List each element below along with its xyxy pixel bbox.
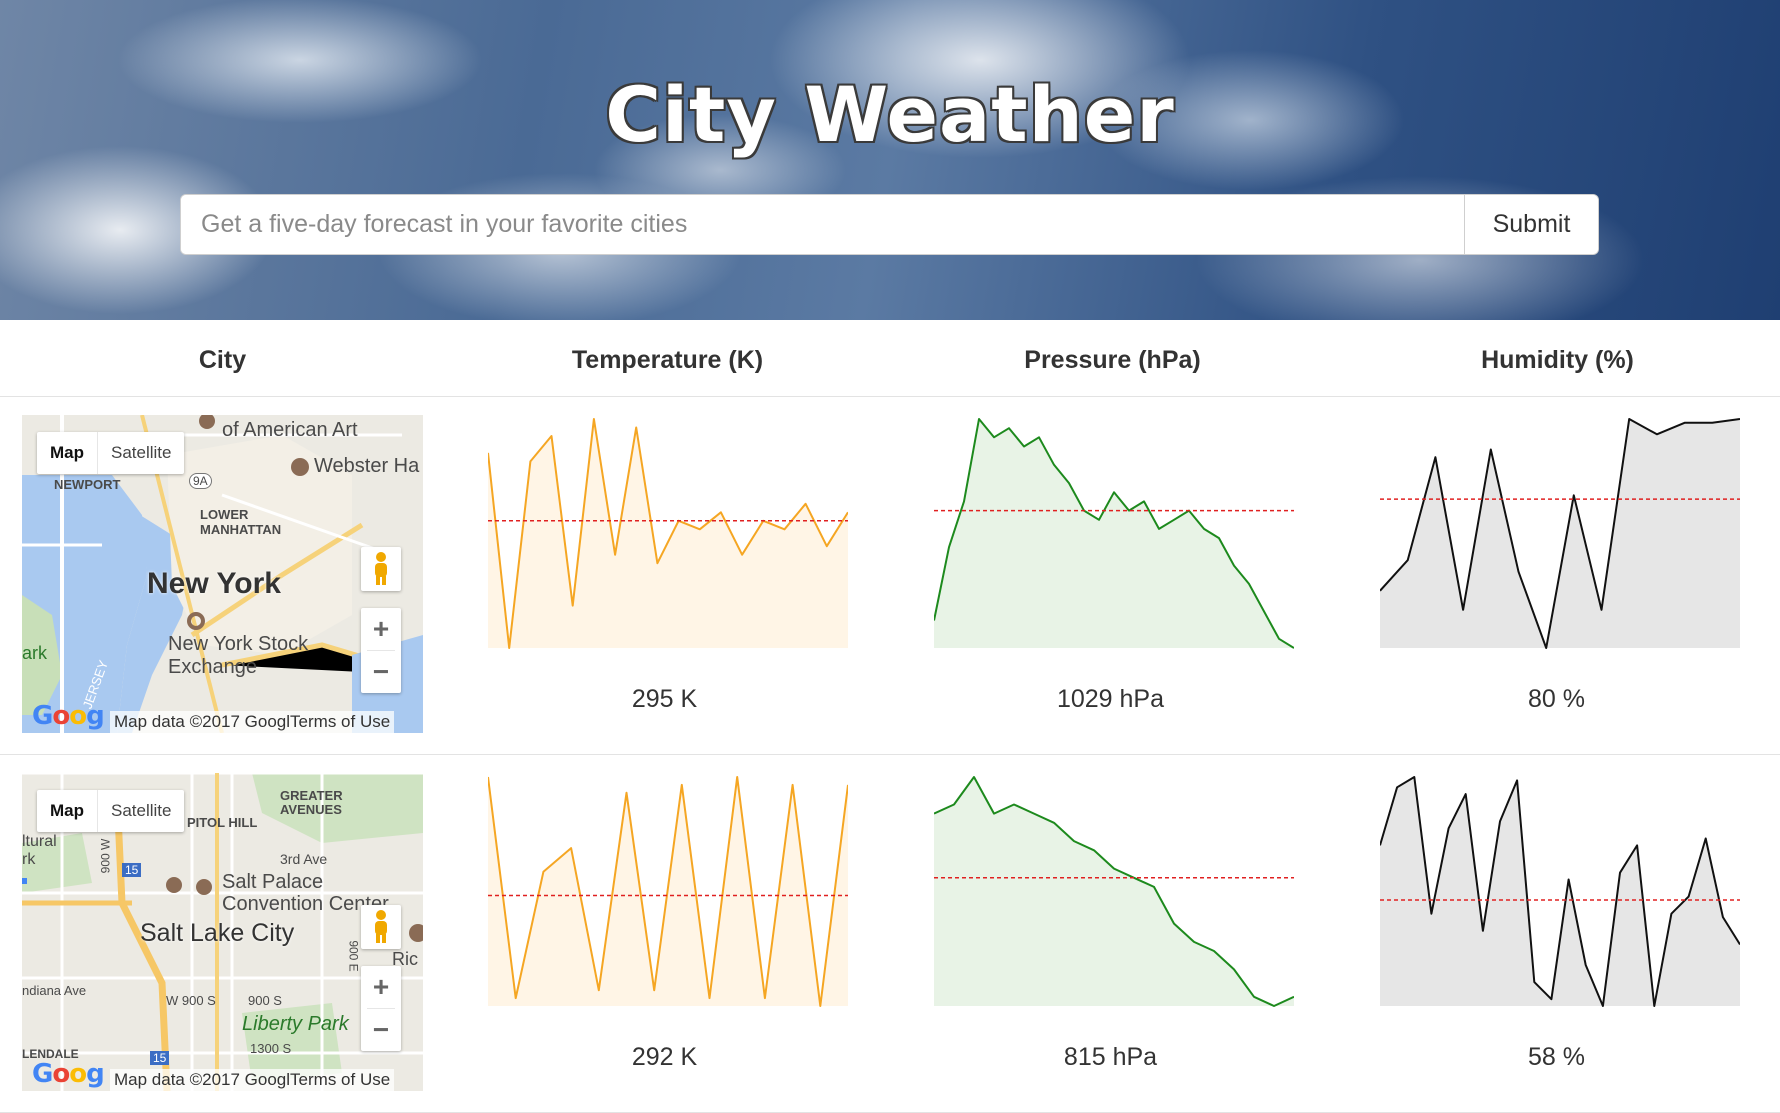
- temperature-chart: [488, 773, 848, 1008]
- interstate-badge: 15: [122, 863, 142, 877]
- map-label: ndiana Ave: [22, 983, 87, 998]
- map-type-control: Map Satellite: [37, 790, 185, 832]
- map-label: 900 W: [98, 838, 113, 874]
- page-title: City Weather: [605, 70, 1175, 159]
- forecast-table: City Temperature (K) Pressure (hPa) Humi…: [0, 320, 1780, 1113]
- temperature-chart: [488, 415, 848, 650]
- map-label: Liberty Park: [242, 1013, 349, 1035]
- map-data-credit: Map data ©2017 Googl: [114, 1070, 291, 1089]
- map-label: ltural: [22, 833, 57, 850]
- map-label: NEWPORT: [54, 477, 121, 492]
- city-map-new-york[interactable]: of American Art Webster Ha NEWPORT 9A LO…: [22, 415, 423, 733]
- hero-banner: City Weather Submit: [0, 0, 1780, 320]
- map-attribution: Map data ©2017 GooglTerms of Use: [110, 711, 395, 733]
- map-type-satellite-button[interactable]: Satellite: [97, 432, 184, 474]
- map-label: 3rd Ave: [280, 851, 328, 867]
- map-label: rk: [22, 851, 36, 868]
- humidity-value: 58 %: [1528, 1043, 1585, 1071]
- pressure-area: [934, 777, 1294, 1006]
- map-type-map-button[interactable]: Map: [37, 432, 97, 474]
- humidity-sparkline: [1380, 776, 1740, 1007]
- humidity-area: [1380, 777, 1740, 1006]
- table-header: City Temperature (K) Pressure (hPa) Humi…: [0, 320, 1780, 397]
- map-label: LOWER MANHATTAN: [200, 507, 282, 537]
- search-input[interactable]: [181, 195, 1464, 254]
- map-data-credit: Map data ©2017 Googl: [114, 712, 291, 731]
- humidity-chart: [1380, 415, 1740, 650]
- search-form: Submit: [181, 195, 1598, 254]
- pressure-sparkline: [934, 418, 1294, 649]
- temperature-area: [488, 419, 848, 648]
- submit-button[interactable]: Submit: [1464, 195, 1598, 254]
- map-label: 900 E: [346, 940, 361, 972]
- column-header-pressure: Pressure (hPa): [1024, 346, 1201, 374]
- humidity-value: 80 %: [1528, 685, 1585, 713]
- street-view-pegman-icon[interactable]: [361, 905, 401, 949]
- pressure-sparkline: [934, 776, 1294, 1007]
- pressure-chart: [934, 415, 1294, 650]
- zoom-control: + −: [361, 608, 401, 693]
- map-city-label: Salt Lake City: [140, 919, 295, 947]
- zoom-in-button[interactable]: +: [361, 608, 401, 650]
- temperature-value: 295 K: [631, 685, 698, 713]
- column-header-city: City: [198, 346, 247, 374]
- route-badge: 9A: [189, 473, 212, 489]
- zoom-in-button[interactable]: +: [361, 966, 401, 1008]
- interstate-badge: 15: [150, 1051, 170, 1065]
- zoom-control: + −: [361, 966, 401, 1051]
- map-type-satellite-button[interactable]: Satellite: [97, 790, 184, 832]
- map-label: New York Stock Exchange: [168, 633, 309, 678]
- temperature-sparkline: [488, 418, 848, 649]
- humidity-chart: [1380, 773, 1740, 1008]
- temperature-sparkline: [488, 776, 848, 1007]
- column-header-temperature: Temperature (K): [571, 346, 764, 374]
- pressure-value: 815 hPa: [1063, 1043, 1158, 1071]
- city-map-salt-lake-city[interactable]: GREATER AVENUES PITOL HILL ltural rk 3rd…: [22, 773, 423, 1091]
- street-view-pegman-icon[interactable]: [361, 547, 401, 591]
- column-header-humidity: Humidity (%): [1481, 346, 1634, 374]
- humidity-area: [1380, 419, 1740, 648]
- map-label: 900 S: [248, 993, 282, 1008]
- table-row: GREATER AVENUES PITOL HILL ltural rk 3rd…: [0, 755, 1780, 1113]
- map-type-map-button[interactable]: Map: [37, 790, 97, 832]
- map-label: 1300 S: [250, 1041, 292, 1056]
- map-label: ark: [22, 643, 48, 663]
- map-label: Salt Palace: [222, 871, 324, 893]
- temperature-value: 292 K: [631, 1043, 698, 1071]
- map-label: PITOL HILL: [187, 815, 258, 830]
- map-label: Webster Ha: [314, 455, 420, 477]
- map-label: W 900 S: [166, 993, 216, 1008]
- zoom-out-button[interactable]: −: [361, 1009, 401, 1051]
- terms-of-use-link[interactable]: Terms of Use: [290, 1070, 390, 1089]
- map-label: of American Art: [222, 419, 358, 441]
- map-city-label: New York: [147, 567, 281, 600]
- pressure-value: 1029 hPa: [1056, 685, 1165, 713]
- google-logo: Goog: [32, 1059, 105, 1089]
- google-logo: Goog: [32, 701, 105, 731]
- table-row: of American Art Webster Ha NEWPORT 9A LO…: [0, 397, 1780, 755]
- pressure-chart: [934, 773, 1294, 1008]
- terms-of-use-link[interactable]: Terms of Use: [290, 712, 390, 731]
- map-attribution: Map data ©2017 GooglTerms of Use: [110, 1069, 395, 1091]
- zoom-out-button[interactable]: −: [361, 651, 401, 693]
- map-type-control: Map Satellite: [37, 432, 185, 474]
- map-label: GREATER AVENUES: [280, 788, 343, 817]
- humidity-sparkline: [1380, 418, 1740, 649]
- pressure-area: [934, 419, 1294, 648]
